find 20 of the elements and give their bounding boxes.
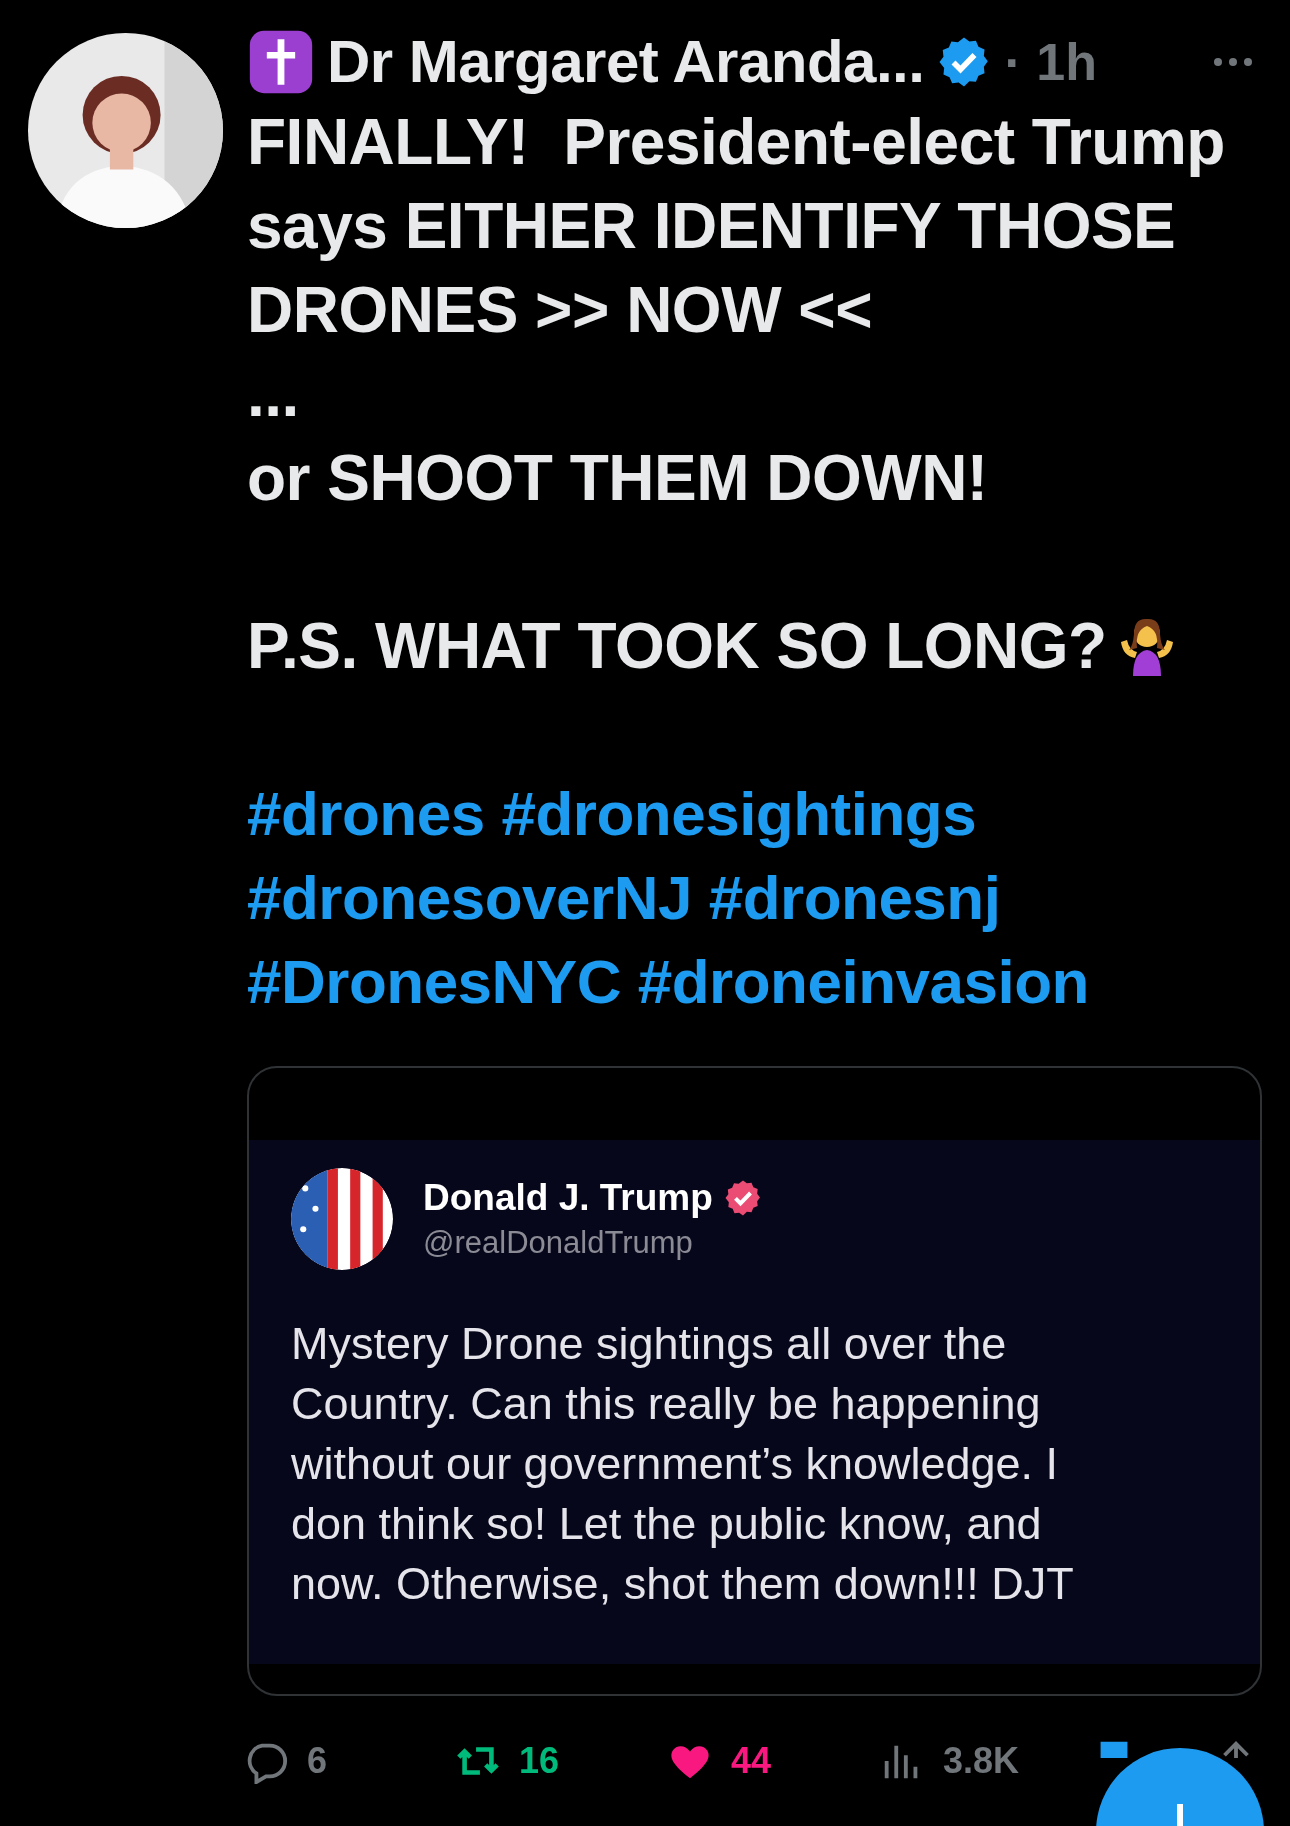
views-button[interactable]: 3.8K bbox=[879, 1738, 1091, 1784]
post-text: P.S. WHAT TOOK SO LONG? bbox=[247, 610, 1107, 682]
quoted-post-card[interactable] bbox=[247, 1066, 1262, 1696]
repost-button[interactable]: 16 bbox=[455, 1738, 667, 1784]
reply-button[interactable]: 6 bbox=[243, 1738, 455, 1784]
hashtag-link[interactable]: #dronesnj bbox=[708, 863, 1001, 932]
hashtag-link[interactable]: #drones bbox=[247, 779, 485, 848]
compose-button[interactable] bbox=[1096, 1748, 1264, 1826]
post-time: · 1h bbox=[1004, 31, 1097, 92]
quoted-author-handle: @realDonaldTrump bbox=[423, 1225, 694, 1261]
quoted-author-name: Donald J. Trump bbox=[423, 1177, 713, 1219]
more-icon[interactable] bbox=[1212, 55, 1254, 68]
hashtag-link[interactable]: #dronesightings bbox=[501, 779, 977, 848]
post-text: FINALLY! President-elect Trump says EITHER IDENTIFY THOSE DRONES >> NOW << ... or SHOOT THEM DOWN! bbox=[247, 106, 1226, 514]
author-name[interactable]: Dr Margaret Aranda... bbox=[327, 27, 925, 96]
hashtag-link[interactable]: #dronesoverNJ bbox=[247, 863, 692, 932]
like-button[interactable]: 44 bbox=[667, 1738, 879, 1784]
hashtag-link[interactable]: #droneinvasion bbox=[637, 947, 1089, 1016]
quoted-post-text: Mystery Drone sightings all over the Country. Can this really be happening without our government’s knowledge. I don think so! Let the public know, and now. Otherwise, shot them down!!! DJT bbox=[291, 1317, 1075, 1611]
hashtag-link[interactable]: #DronesNYC bbox=[247, 947, 621, 1016]
